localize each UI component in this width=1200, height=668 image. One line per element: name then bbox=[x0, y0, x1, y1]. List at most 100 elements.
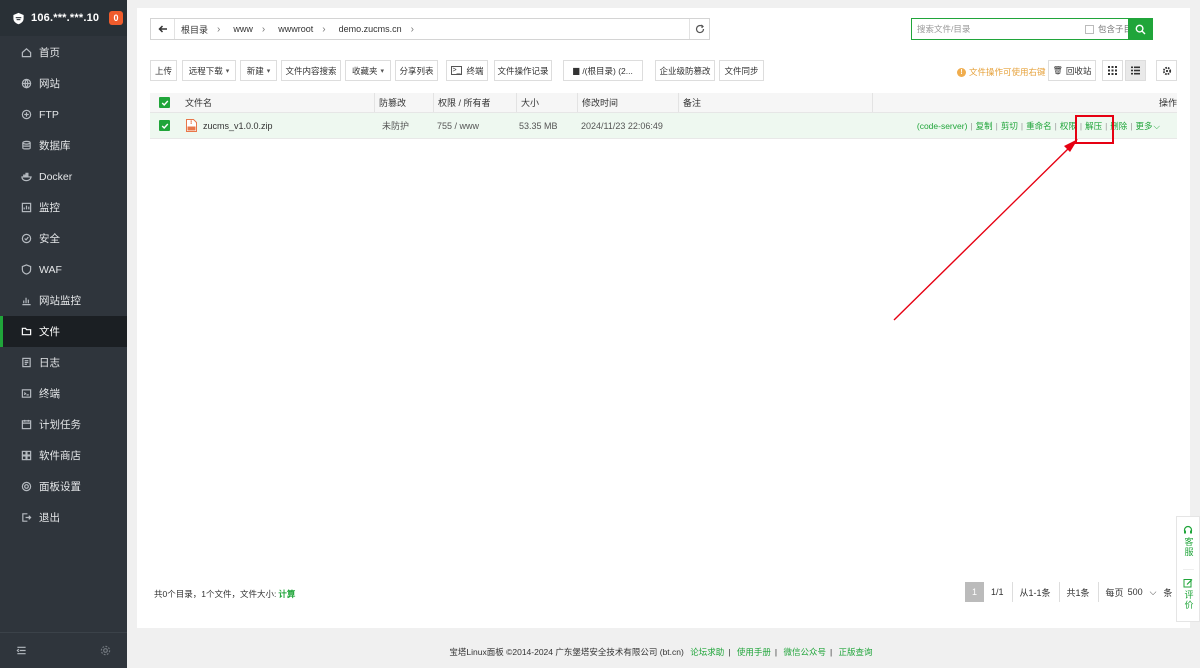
header-mtime[interactable]: 修改时间 bbox=[577, 93, 618, 112]
genuine-check-link[interactable]: 正版查询 bbox=[839, 647, 873, 657]
per-page-label: 每页 bbox=[1105, 587, 1124, 598]
shield-check-icon bbox=[21, 233, 32, 244]
toolbar: 上传 远程下载 ▾ 新建 ▾ 文件内容搜索 收藏夹 ▾ 分享列表 >_ 终端 文件操作记… bbox=[150, 60, 1177, 82]
list-view-button[interactable] bbox=[1125, 60, 1146, 81]
sidebar-item-database[interactable]: 数据库 bbox=[0, 130, 127, 161]
content-search-button[interactable]: 文件内容搜索 bbox=[281, 60, 341, 81]
forum-link[interactable]: 论坛求助 bbox=[690, 647, 724, 657]
waf-icon bbox=[21, 264, 32, 275]
favorites-button[interactable]: 收藏夹 ▾ bbox=[345, 60, 391, 81]
wechat-link[interactable]: 微信公众号 bbox=[783, 647, 826, 657]
tamper-protect-button[interactable]: 企业级防篡改 bbox=[655, 60, 715, 81]
more-link[interactable]: 更多⌵ bbox=[1136, 120, 1160, 132]
alert-badge[interactable]: 0 bbox=[109, 11, 123, 25]
search-button[interactable] bbox=[1128, 18, 1153, 40]
file-sync-button[interactable]: 文件同步 bbox=[719, 60, 764, 81]
share-list-button[interactable]: 分享列表 bbox=[395, 60, 438, 81]
header-note: 备注 bbox=[678, 93, 701, 112]
breadcrumb-site[interactable]: demo.zucms.cn › bbox=[333, 24, 421, 35]
tamper-status[interactable]: 未防护 bbox=[382, 113, 409, 138]
chevron-down-icon: ▾ bbox=[266, 67, 271, 75]
sidebar-item-terminal[interactable]: 终端 bbox=[0, 378, 127, 409]
monitor-icon bbox=[21, 202, 32, 213]
perm-cell[interactable]: 755 / www bbox=[437, 113, 479, 138]
server-header[interactable]: 106.***.***.10 bbox=[0, 0, 127, 36]
sidebar-item-logout[interactable]: 退出 bbox=[0, 502, 127, 533]
chevron-right-icon: › bbox=[322, 23, 326, 35]
header-ops: 操作 bbox=[1158, 98, 1177, 108]
rename-link[interactable]: 重命名 bbox=[1026, 120, 1052, 132]
floating-panel: 客服 评价 bbox=[1176, 516, 1200, 622]
review-button[interactable]: 评价 bbox=[1182, 569, 1194, 621]
edit-icon bbox=[1183, 579, 1193, 588]
sidebar-item-settings[interactable]: 面板设置 bbox=[0, 471, 127, 502]
customer-service-button[interactable]: 客服 bbox=[1183, 517, 1194, 569]
ftp-icon bbox=[21, 109, 32, 120]
mtime-cell: 2024/11/23 22:06:49 bbox=[581, 120, 663, 131]
sidebar-item-files[interactable]: 文件 bbox=[0, 316, 127, 347]
chevron-right-icon: › bbox=[261, 23, 266, 35]
page-total: 共1条 bbox=[1066, 587, 1090, 598]
search-icon bbox=[1135, 24, 1146, 34]
chevron-right-icon: › bbox=[217, 23, 221, 35]
bt-logo-icon bbox=[13, 12, 24, 24]
page-current[interactable]: 1 bbox=[965, 582, 984, 602]
file-table: 文件名 防篡改 权限 / 所有者 大小 修改时间 备注 操作 zucms_v1.… bbox=[150, 93, 1177, 139]
sidebar-item-home[interactable]: 首页 bbox=[0, 37, 127, 68]
calculate-size-link[interactable]: 计算 bbox=[278, 589, 295, 599]
headset-icon bbox=[1183, 525, 1193, 534]
refresh-button[interactable] bbox=[689, 19, 709, 39]
size-cell: 53.35 MB bbox=[519, 120, 558, 131]
logout-icon bbox=[22, 513, 32, 522]
sidebar-item-docker[interactable]: Docker bbox=[0, 161, 127, 192]
header-name[interactable]: 文件名 bbox=[185, 93, 212, 112]
right-click-tip: ! 文件操作可使用右键 bbox=[957, 66, 1046, 78]
row-checkbox[interactable] bbox=[159, 113, 170, 138]
settings-button[interactable] bbox=[1156, 60, 1177, 81]
sidebar: 106.***.***.10 0 首页 网站 FTP 数据库 Docker 监控… bbox=[0, 0, 127, 668]
disk-button[interactable]: ▆/(根目录) (2... bbox=[563, 60, 643, 81]
remote-download-button[interactable]: 远程下载 ▾ bbox=[182, 60, 236, 81]
zip-file-icon bbox=[186, 119, 197, 132]
path-bar[interactable]: 根目录 › www › wwwroot › demo.zucms.cn › bbox=[150, 18, 710, 40]
breadcrumb-wwwroot[interactable]: wwwroot › bbox=[272, 24, 332, 35]
per-page-select[interactable]: 500 ⌵ bbox=[1128, 587, 1157, 598]
terminal-icon: >_ bbox=[450, 66, 463, 75]
breadcrumb-www[interactable]: www › bbox=[227, 24, 272, 35]
cut-link[interactable]: 剪切 bbox=[1001, 120, 1018, 132]
recycle-bin-button[interactable]: 🗑 回收站 bbox=[1048, 60, 1096, 81]
manual-link[interactable]: 使用手册 bbox=[737, 647, 771, 657]
sidebar-item-monitor[interactable]: 监控 bbox=[0, 192, 127, 223]
sidebar-item-website[interactable]: 网站 bbox=[0, 68, 127, 99]
op-log-button[interactable]: 文件操作记录 bbox=[494, 60, 552, 81]
code-server-link[interactable]: (code-server) bbox=[917, 121, 968, 131]
file-manager-panel: 根目录› www› wwwroot› demo.zucms.cn› 包含子目录 … bbox=[137, 8, 1190, 628]
new-button[interactable]: 新建 ▾ bbox=[240, 60, 277, 81]
header-perm: 权限 / 所有者 bbox=[433, 93, 491, 112]
sidebar-item-waf[interactable]: WAF bbox=[0, 254, 127, 285]
back-button[interactable] bbox=[151, 19, 175, 39]
task-icon bbox=[21, 419, 32, 430]
sidebar-item-site-monitor[interactable]: 网站监控 bbox=[0, 285, 127, 316]
copy-link[interactable]: 复制 bbox=[976, 120, 993, 132]
pagination: 1 1/1 从1-1条 共1条 每页 500 ⌵ 条 bbox=[965, 582, 1172, 602]
header-size[interactable]: 大小 bbox=[516, 93, 539, 112]
highlight-box bbox=[1075, 115, 1114, 144]
check-icon bbox=[161, 100, 168, 106]
breadcrumb-root[interactable]: 根目录 › bbox=[175, 23, 227, 36]
terminal-button[interactable]: >_ 终端 bbox=[446, 60, 488, 81]
grid-icon bbox=[1108, 66, 1117, 75]
sidebar-item-cron[interactable]: 计划任务 bbox=[0, 409, 127, 440]
select-all-checkbox[interactable] bbox=[159, 93, 170, 112]
sidebar-item-store[interactable]: 软件商店 bbox=[0, 440, 127, 471]
search-input[interactable] bbox=[912, 20, 1082, 38]
upload-button[interactable]: 上传 bbox=[150, 60, 177, 81]
file-name-cell[interactable]: zucms_v1.0.0.zip bbox=[186, 113, 273, 138]
table-row[interactable]: zucms_v1.0.0.zip 未防护 755 / www 53.35 MB … bbox=[150, 113, 1177, 139]
chevron-down-icon: ▾ bbox=[380, 67, 385, 75]
sidebar-item-security[interactable]: 安全 bbox=[0, 223, 127, 254]
sidebar-item-ftp[interactable]: FTP bbox=[0, 99, 127, 130]
grid-view-button[interactable] bbox=[1102, 60, 1123, 81]
settings-icon bbox=[21, 481, 32, 492]
sidebar-item-logs[interactable]: 日志 bbox=[0, 347, 127, 378]
